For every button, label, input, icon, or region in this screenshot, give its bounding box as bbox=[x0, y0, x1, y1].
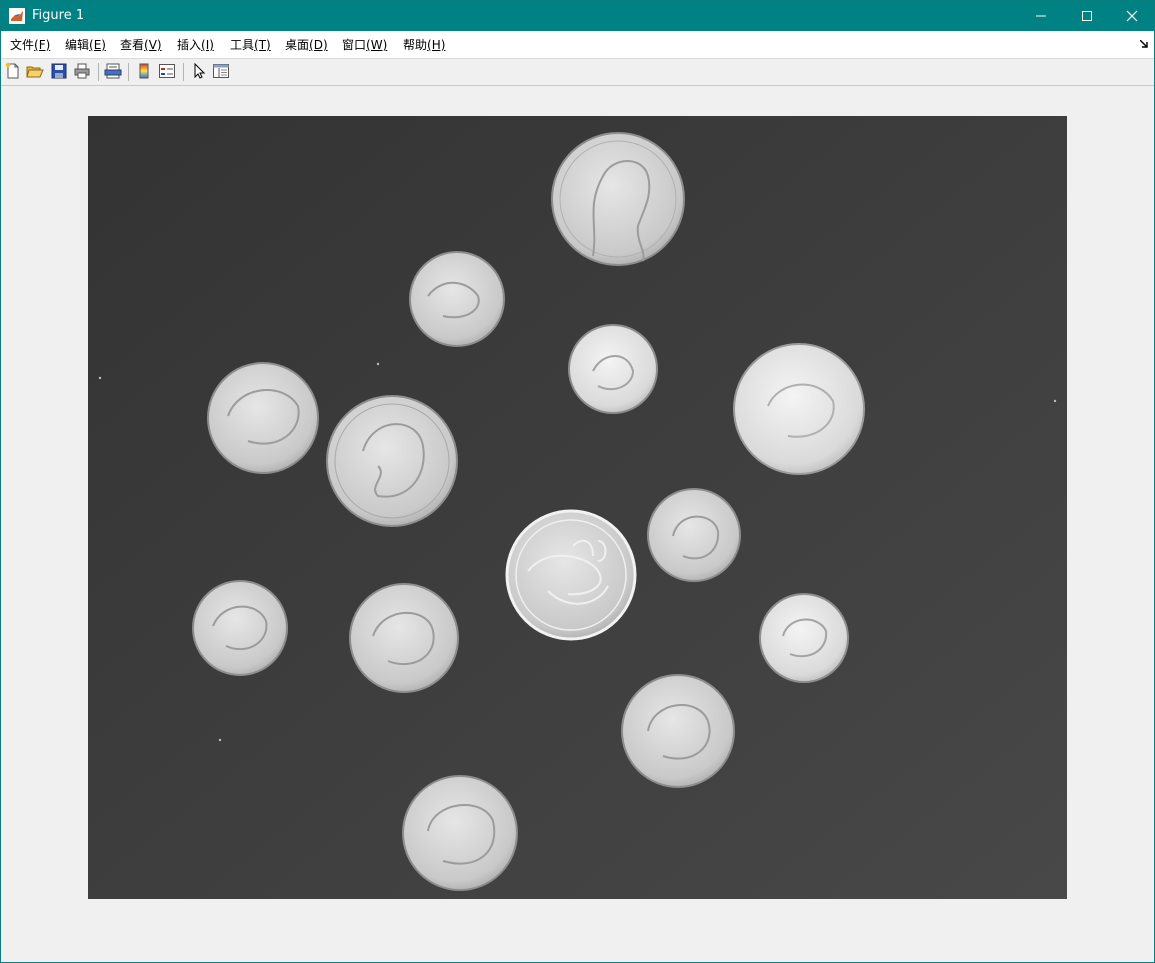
coin bbox=[505, 509, 637, 641]
minimize-icon bbox=[1036, 15, 1046, 17]
property-editor-icon[interactable] bbox=[212, 62, 230, 80]
menu-tools[interactable]: 工具(T) bbox=[230, 37, 271, 53]
new-figure-icon[interactable] bbox=[4, 62, 22, 80]
coin bbox=[402, 775, 518, 891]
print-icon[interactable] bbox=[73, 62, 91, 80]
coin bbox=[621, 674, 735, 788]
dock-figure-icon[interactable] bbox=[1140, 40, 1148, 48]
dust-speck bbox=[98, 376, 102, 380]
colorbar-icon[interactable] bbox=[135, 62, 153, 80]
menu-desktop[interactable]: 桌面(D) bbox=[285, 37, 328, 53]
title-bar[interactable]: Figure 1 bbox=[1, 1, 1154, 31]
coin bbox=[326, 395, 458, 527]
coin bbox=[647, 488, 741, 582]
dust-speck bbox=[1053, 399, 1057, 403]
menu-file[interactable]: 文件(F) bbox=[10, 37, 50, 53]
coin bbox=[349, 583, 459, 693]
open-file-icon[interactable] bbox=[26, 62, 44, 80]
legend-icon[interactable] bbox=[158, 62, 176, 80]
coin bbox=[551, 132, 685, 266]
coins-image bbox=[88, 116, 1067, 899]
pointer-icon[interactable] bbox=[190, 62, 208, 80]
toolbar bbox=[1, 59, 1154, 86]
coin bbox=[409, 251, 505, 347]
window-title: Figure 1 bbox=[32, 8, 85, 23]
coin bbox=[568, 324, 658, 414]
toolbar-separator bbox=[183, 63, 184, 81]
dust-speck bbox=[376, 362, 380, 366]
close-button[interactable] bbox=[1109, 1, 1155, 31]
coin bbox=[192, 580, 288, 676]
menu-help[interactable]: 帮助(H) bbox=[403, 37, 445, 53]
coin bbox=[207, 362, 319, 474]
print-preview-icon[interactable] bbox=[104, 62, 122, 80]
menu-edit[interactable]: 编辑(E) bbox=[65, 37, 106, 53]
menu-view[interactable]: 查看(V) bbox=[120, 37, 162, 53]
close-icon bbox=[1126, 10, 1138, 22]
toolbar-separator bbox=[98, 63, 99, 81]
figure-window: Figure 1 文件(F) 编辑(E) 查看(V) 插入(I) 工具(T) 桌… bbox=[0, 0, 1155, 963]
menu-bar: 文件(F) 编辑(E) 查看(V) 插入(I) 工具(T) 桌面(D) 窗口(W… bbox=[1, 31, 1154, 59]
maximize-button[interactable] bbox=[1064, 1, 1110, 31]
dust-speck bbox=[218, 738, 222, 742]
menu-window[interactable]: 窗口(W) bbox=[342, 37, 387, 53]
menu-insert[interactable]: 插入(I) bbox=[177, 37, 214, 53]
toolbar-separator bbox=[128, 63, 129, 81]
minimize-button[interactable] bbox=[1018, 1, 1064, 31]
image-axes[interactable] bbox=[88, 116, 1067, 899]
save-icon[interactable] bbox=[50, 62, 68, 80]
coin bbox=[733, 343, 865, 475]
coin bbox=[759, 593, 849, 683]
matlab-logo-icon bbox=[9, 8, 25, 24]
maximize-icon bbox=[1082, 11, 1092, 21]
